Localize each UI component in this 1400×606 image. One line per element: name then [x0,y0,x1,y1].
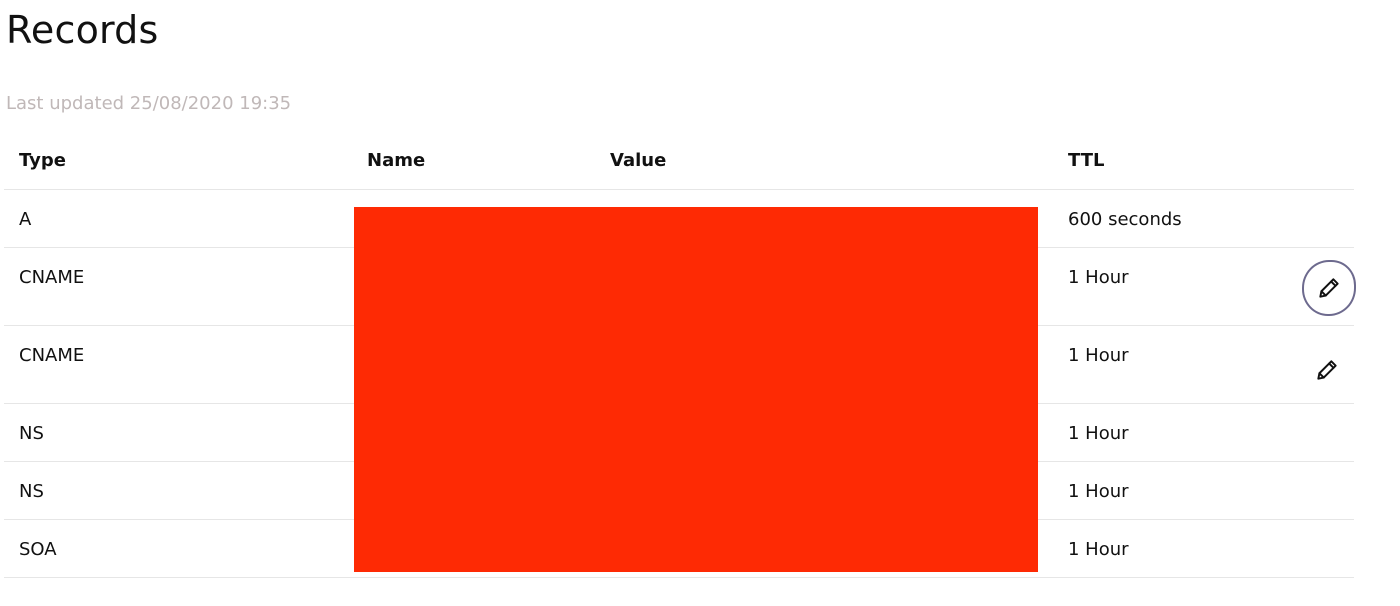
page-title: Records [6,8,159,52]
edit-record-button-cname-2[interactable] [1310,353,1344,387]
column-header-ttl: TTL [1068,150,1105,171]
record-ttl: 1 Hour [1068,481,1129,502]
records-page: Records Last updated 25/08/2020 19:35 Ty… [0,0,1400,606]
record-type: SOA [19,539,57,560]
record-type: CNAME [19,345,85,366]
record-type: CNAME [19,267,85,288]
edit-record-button-cname-1[interactable] [1302,260,1356,316]
record-type: NS [19,481,44,502]
table-header: Type Name Value TTL [4,134,1354,190]
record-type: NS [19,423,44,444]
record-ttl: 1 Hour [1068,267,1129,288]
redaction-block [354,207,1038,572]
record-ttl: 1 Hour [1068,345,1129,366]
record-ttl: 600 seconds [1068,209,1182,230]
column-header-name: Name [367,150,426,171]
last-updated-text: Last updated 25/08/2020 19:35 [6,93,292,114]
record-type: A [19,209,32,230]
pencil-icon [1317,360,1337,380]
record-ttl: 1 Hour [1068,539,1129,560]
pencil-icon [1319,278,1339,298]
column-header-type: Type [19,150,66,171]
column-header-value: Value [610,150,667,171]
record-ttl: 1 Hour [1068,423,1129,444]
